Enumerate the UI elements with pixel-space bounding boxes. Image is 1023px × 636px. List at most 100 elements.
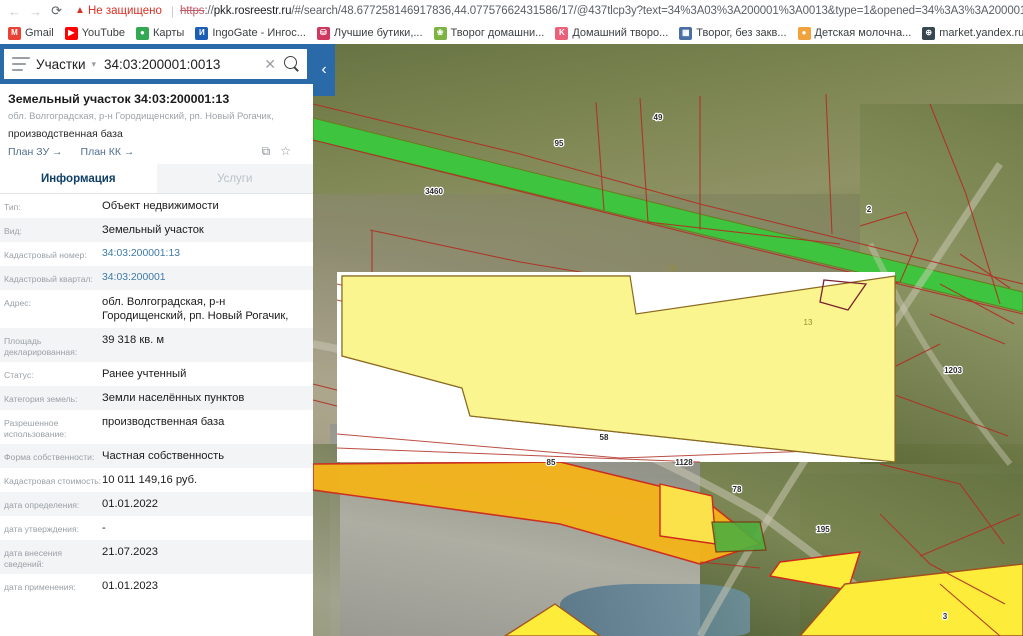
bookmark-item[interactable]: M Gmail — [4, 27, 61, 40]
detail-row: дата утверждения:- — [0, 516, 313, 540]
detail-key: Статус: — [4, 367, 102, 381]
plan-kk-link[interactable]: План КК → — [81, 146, 135, 158]
youtube-icon: ▶ — [65, 27, 78, 40]
parcel-polygon-1128[interactable] — [660, 484, 716, 544]
detail-row: дата определения:01.01.2022 — [0, 492, 313, 516]
star-icon[interactable]: ☆ — [280, 144, 291, 159]
detail-key: Кадастровый квартал: — [4, 271, 102, 285]
bookmark-item[interactable]: ▦Творог, без закв... — [675, 27, 793, 40]
chevron-left-icon: ‹ — [321, 61, 326, 79]
detail-value: 01.01.2022 — [102, 497, 158, 511]
bookmark-item[interactable]: ИIngoGate - Ингос... — [191, 27, 313, 40]
detail-value: производственная база — [102, 415, 224, 429]
back-button[interactable]: ← — [4, 1, 25, 21]
search-category-label[interactable]: Участки — [36, 57, 86, 72]
detail-value: 39 318 кв. м — [102, 333, 164, 347]
reload-button[interactable]: ⟳ — [46, 1, 67, 21]
bookmark-item[interactable]: ▶YouTube — [61, 27, 132, 40]
card-permitted-use: производственная база — [8, 128, 303, 140]
detail-value: Земельный участок — [102, 223, 204, 237]
leaf-icon: ❀ — [434, 27, 447, 40]
detail-row: Кадастровый номер:34:03:200001:13 — [0, 242, 313, 266]
search-bar: Участки ▾ 34:03:200001:0013 ✕ — [0, 44, 313, 84]
photo-icon: ▦ — [679, 27, 692, 40]
bookmark-item[interactable]: ●Детская молочна... — [794, 27, 919, 40]
recipe-icon: K — [555, 27, 568, 40]
url-scheme-struck: https — [180, 5, 204, 17]
bookmark-item[interactable]: ●Карты — [132, 27, 191, 40]
search-input-wrap[interactable]: Участки ▾ 34:03:200001:0013 ✕ — [4, 49, 307, 79]
bookmark-item[interactable]: KДомашний творо... — [551, 27, 675, 40]
card-address: обл. Волгоградская, р-н Городищенский, р… — [8, 111, 303, 123]
detail-key: Адрес: — [4, 295, 102, 309]
detail-row: Кадастровый квартал:34:03:200001 — [0, 266, 313, 290]
forward-button[interactable]: → — [25, 1, 46, 21]
cart-icon: ⛁ — [317, 27, 330, 40]
bookmark-item[interactable]: ⊕market.yandex.ru — [918, 27, 1023, 40]
detail-value: 21.07.2023 — [102, 545, 158, 559]
url-scheme-rest: :// — [204, 5, 213, 17]
bookmark-item[interactable]: ⛁ Лучшие бутики,... — [313, 27, 430, 40]
plan-zu-link[interactable]: План ЗУ → — [8, 146, 63, 158]
security-chip[interactable]: ▲ Не защищено | — [75, 4, 180, 18]
parcel-polygon-bottom-left[interactable] — [505, 604, 600, 636]
detail-row: Кадастровая стоимость:10 011 149,16 руб. — [0, 468, 313, 492]
tab-information[interactable]: Информация — [0, 164, 157, 193]
omnibox-separator: | — [171, 4, 174, 18]
parcel-label: 58 — [600, 433, 609, 442]
hamburger-icon[interactable] — [12, 57, 30, 71]
gmail-icon: M — [8, 27, 21, 40]
detail-key: Площадь декларированная: — [4, 333, 102, 357]
chevron-down-icon[interactable]: ▾ — [92, 59, 97, 70]
parcel-label: 2 — [867, 205, 872, 214]
detail-row: Площадь декларированная:39 318 кв. м — [0, 328, 313, 362]
bookmark-label: Gmail — [25, 27, 54, 39]
detail-key: дата определения: — [4, 497, 102, 511]
detail-value-link[interactable]: 34:03:200001 — [102, 271, 166, 285]
detail-value: 10 011 149,16 руб. — [102, 473, 197, 487]
detail-value: обл. Волгоградская, р-н Городищенский, р… — [102, 295, 305, 323]
detail-value: Объект недвижимости — [102, 199, 219, 213]
url-host: pkk.rosreestr.ru — [214, 5, 292, 17]
url-path: /#/search/48.677258146917836,44.07757662… — [291, 5, 1023, 17]
parcel-label: 78 — [733, 485, 742, 494]
parcel-polygon-78[interactable] — [712, 522, 766, 552]
detail-key: дата применения: — [4, 579, 102, 593]
detail-row: Разрешенное использование:производственн… — [0, 410, 313, 444]
bookmark-label: market.yandex.ru — [939, 27, 1023, 39]
parcel-label: 13 — [668, 264, 677, 273]
bookmark-label: Творог домашни... — [451, 27, 545, 39]
parcel-label: 85 — [547, 458, 556, 467]
parcel-info-panel: Земельный участок 34:03:200001:13 обл. В… — [0, 84, 313, 636]
parcel-label: 95 — [555, 139, 564, 148]
panel-collapse-button[interactable]: ‹ — [313, 44, 335, 96]
ingogate-icon: И — [195, 27, 208, 40]
detail-key: Вид: — [4, 223, 102, 237]
map-search-icon[interactable]: ⧉ — [262, 144, 271, 159]
tab-services[interactable]: Услуги — [157, 164, 314, 193]
parcel-label: 1203 — [944, 366, 962, 375]
maps-pin-icon: ● — [136, 27, 149, 40]
detail-value-link[interactable]: 34:03:200001:13 — [102, 247, 180, 261]
globe-orange-icon: ● — [798, 27, 811, 40]
page-title: Земельный участок 34:03:200001:13 — [8, 92, 303, 107]
card-action-icons: ⧉ ☆ — [262, 144, 291, 159]
parcel-label: 1128 — [675, 458, 693, 467]
bookmark-item[interactable]: ❀ Творог домашни... — [430, 27, 552, 40]
detail-key: Тип: — [4, 199, 102, 213]
bookmarks-bar: M Gmail ▶YouTube●КартыИIngoGate - Ингос...… — [0, 22, 1023, 44]
detail-key: дата утверждения: — [4, 521, 102, 535]
detail-key: Категория земель: — [4, 391, 102, 405]
detail-value: 01.01.2023 — [102, 579, 158, 593]
detail-value: Земли населённых пунктов — [102, 391, 244, 405]
search-input[interactable]: 34:03:200001:0013 — [104, 57, 264, 72]
browser-chrome: ← → ⟳ ▲ Не защищено | https://pkk.rosree… — [0, 0, 1023, 44]
detail-row: Адрес:обл. Волгоградская, р-н Городищенс… — [0, 290, 313, 328]
bookmark-label: Лучшие бутики,... — [334, 27, 423, 39]
info-tabs: Информация Услуги — [0, 164, 313, 194]
close-icon[interactable]: ✕ — [264, 56, 276, 73]
detail-value: - — [102, 521, 106, 535]
search-icon[interactable] — [284, 56, 301, 73]
detail-row: Форма собственности:Частная собственност… — [0, 444, 313, 468]
url-bar[interactable]: https://pkk.rosreestr.ru/#/search/48.677… — [180, 5, 1023, 17]
